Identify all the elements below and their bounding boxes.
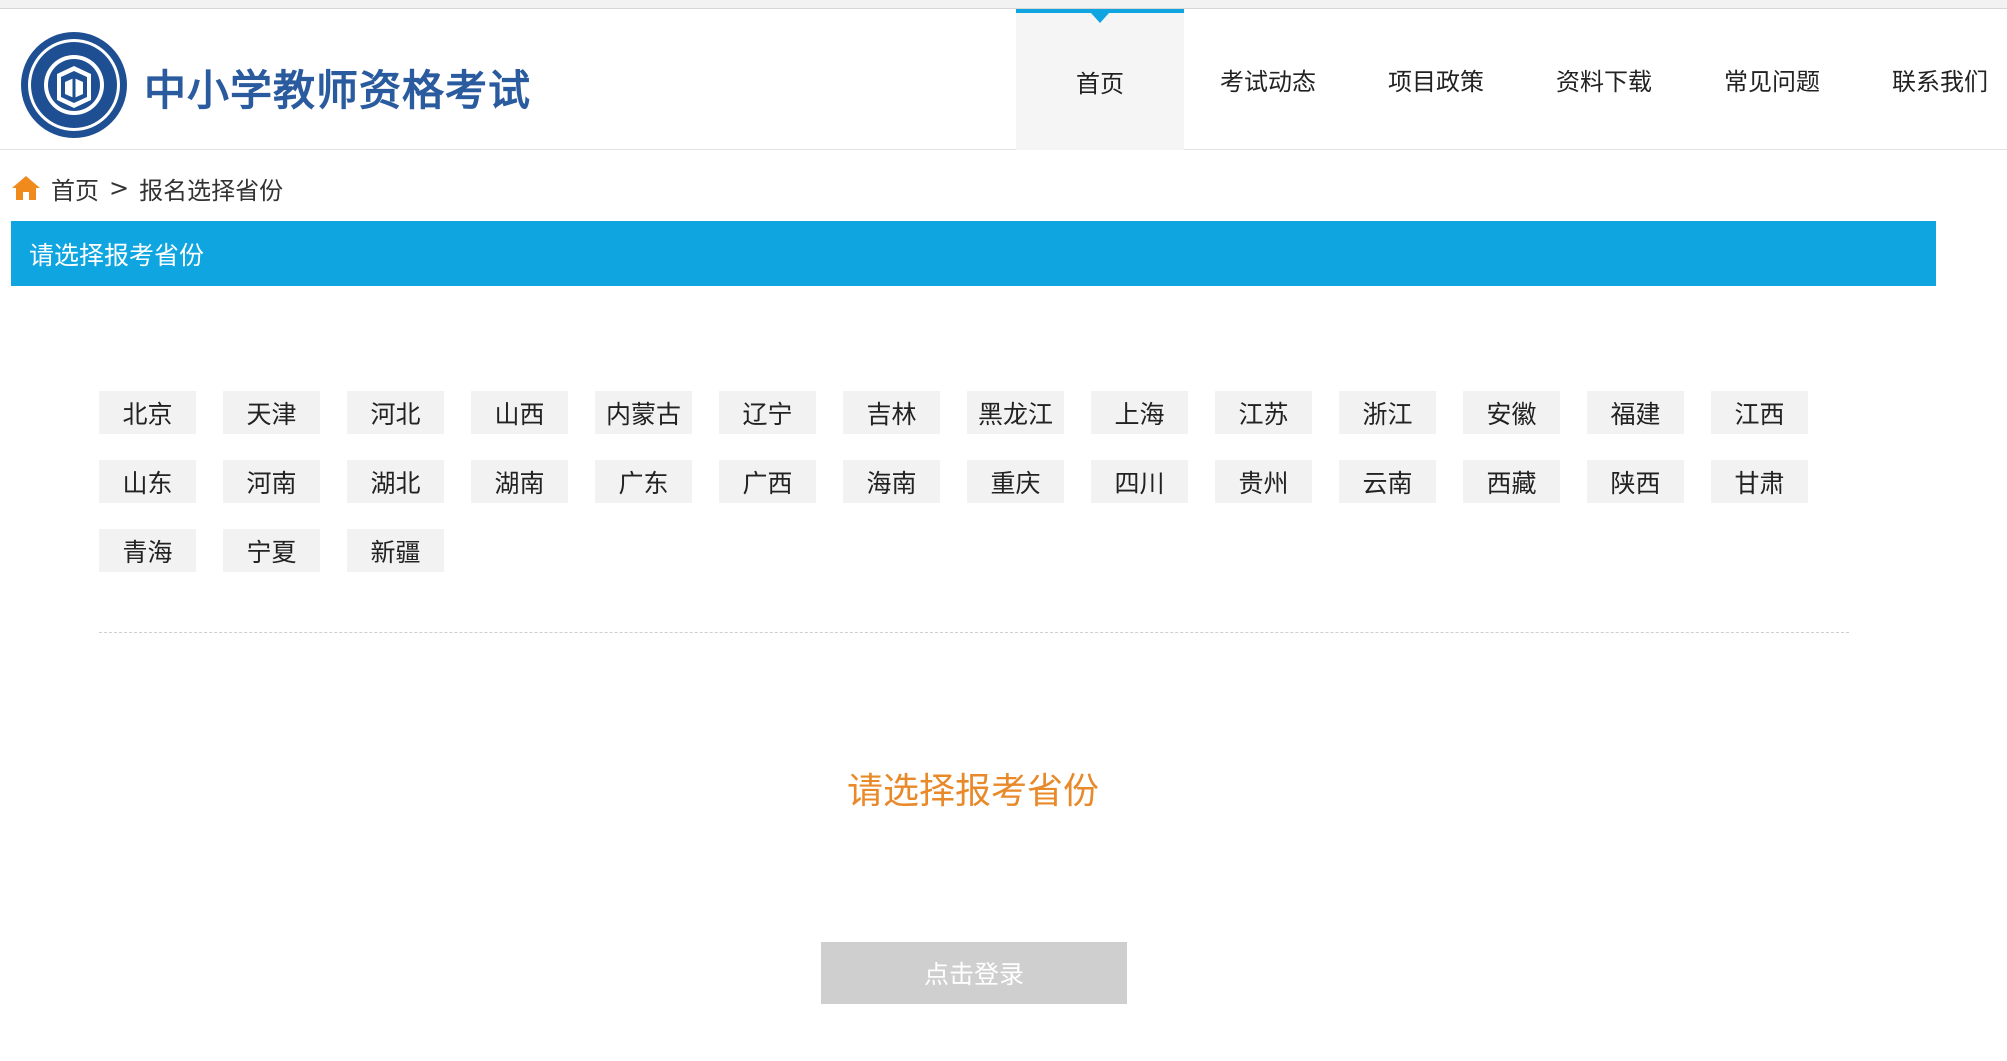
- province-button[interactable]: 山东: [99, 460, 196, 503]
- province-button[interactable]: 海南: [843, 460, 940, 503]
- province-button[interactable]: 湖南: [471, 460, 568, 503]
- nav-item-5[interactable]: 联系我们: [1856, 9, 2007, 150]
- province-button[interactable]: 河北: [347, 391, 444, 434]
- breadcrumb-current: 报名选择省份: [139, 176, 284, 205]
- section-title-bar: 请选择报考省份: [11, 221, 1936, 286]
- province-button[interactable]: 吉林: [843, 391, 940, 434]
- province-button[interactable]: 四川: [1091, 460, 1188, 503]
- nav-item-4[interactable]: 常见问题: [1688, 9, 1856, 150]
- province-button[interactable]: 北京: [99, 391, 196, 434]
- province-button[interactable]: 青海: [99, 529, 196, 572]
- breadcrumb-home-link[interactable]: 首页: [51, 171, 99, 206]
- province-button[interactable]: 辽宁: [719, 391, 816, 434]
- section-title: 请选择报考省份: [29, 240, 205, 270]
- breadcrumb-separator: >: [109, 174, 130, 202]
- nav-item-0[interactable]: 首页: [1016, 9, 1184, 150]
- site-header: 中小学教师资格考试 首页 考试动态 项目政策 资料下载 常见问题 联系我们: [0, 9, 2007, 150]
- province-button[interactable]: 江西: [1711, 391, 1808, 434]
- province-button[interactable]: 重庆: [967, 460, 1064, 503]
- nav-item-2[interactable]: 项目政策: [1352, 9, 1520, 150]
- select-province-prompt: 请选择报考省份: [846, 771, 1099, 812]
- province-button[interactable]: 山西: [471, 391, 568, 434]
- province-grid: 北京 天津 河北 山西 内蒙古 辽宁 吉林 黑龙江 上海 江苏 浙江 安徽 福建 江西山东 河南 湖北 湖南 广东…: [99, 391, 1869, 572]
- province-button[interactable]: 天津: [223, 391, 320, 434]
- province-button[interactable]: 广西: [719, 460, 816, 503]
- province-button[interactable]: 新疆: [347, 529, 444, 572]
- exam-emblem-icon[interactable]: [19, 30, 129, 140]
- browser-top-strip: [0, 0, 2007, 9]
- divider: [99, 632, 1849, 633]
- province-button[interactable]: 内蒙古: [595, 391, 692, 434]
- province-button[interactable]: 福建: [1587, 391, 1684, 434]
- province-button[interactable]: 云南: [1339, 460, 1436, 503]
- province-button[interactable]: 宁夏: [223, 529, 320, 572]
- site-title: 中小学教师资格考试: [144, 66, 532, 115]
- province-button[interactable]: 河南: [223, 460, 320, 503]
- nav-item-1[interactable]: 考试动态: [1184, 9, 1352, 150]
- province-button[interactable]: 江苏: [1215, 391, 1312, 434]
- province-button[interactable]: 甘肃: [1711, 460, 1808, 503]
- province-button[interactable]: 湖北: [347, 460, 444, 503]
- province-button[interactable]: 贵州: [1215, 460, 1312, 503]
- province-button[interactable]: 浙江: [1339, 391, 1436, 434]
- breadcrumb: 首页 > 报名选择省份: [11, 170, 283, 206]
- province-button[interactable]: 陕西: [1587, 460, 1684, 503]
- province-button[interactable]: 安徽: [1463, 391, 1560, 434]
- login-button[interactable]: 点击登录: [821, 942, 1127, 1004]
- province-button[interactable]: 上海: [1091, 391, 1188, 434]
- province-button[interactable]: 黑龙江: [967, 391, 1064, 434]
- main-nav: 首页 考试动态 项目政策 资料下载 常见问题 联系我们: [1016, 9, 2007, 150]
- province-button[interactable]: 西藏: [1463, 460, 1560, 503]
- nav-item-3[interactable]: 资料下载: [1520, 9, 1688, 150]
- province-button[interactable]: 广东: [595, 460, 692, 503]
- home-icon[interactable]: [11, 174, 41, 202]
